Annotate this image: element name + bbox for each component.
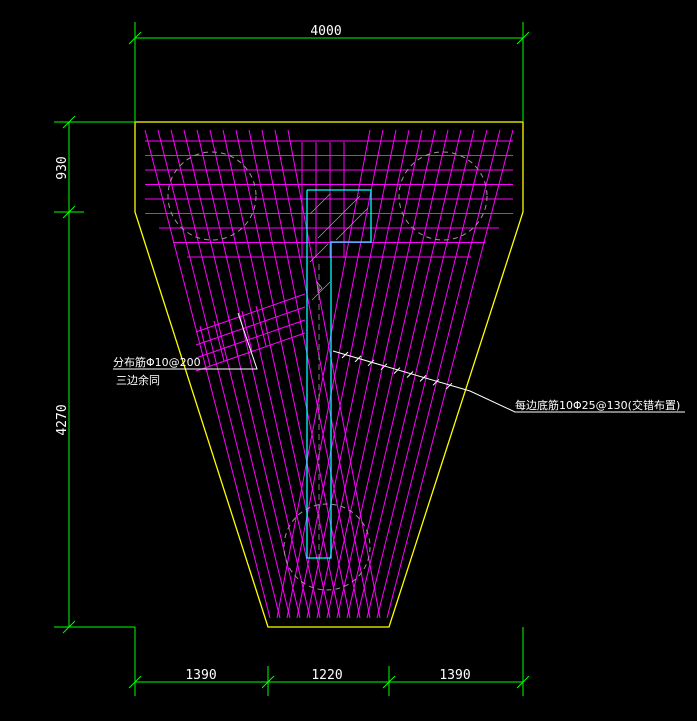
pile-circle-right [398, 151, 488, 241]
dim-bottom-left: 1390 [185, 668, 216, 683]
cad-drawing-canvas: 4000 930 4270 1390 1220 1390 分布筋Φ10@200 … [54, 22, 697, 696]
rebar-diagonal-left [196, 129, 311, 619]
dim-left-upper: 930 [55, 156, 70, 179]
dim-left-lower: 4270 [55, 404, 70, 435]
rebar-diagonal-left [170, 129, 291, 619]
bottom-bar-label: 每边底筋10Φ25@130(交错布置) [515, 398, 680, 412]
rebar-diagonal-right [336, 129, 449, 619]
dim-bottom-mid: 1220 [311, 668, 342, 683]
rebar-layout [144, 129, 514, 619]
rebar-diagonal-right [346, 129, 462, 619]
rebar-diagonal-right [366, 129, 488, 619]
rebar-diagonal-left [157, 129, 281, 619]
rebar-diagonal-right [376, 129, 501, 619]
rebar-distribution [227, 315, 239, 357]
dim-top-width: 4000 [310, 24, 341, 39]
pile-cap-outline [134, 121, 524, 628]
dim-bottom-right: 1390 [439, 668, 470, 683]
dist-bar-note: 三边余同 [116, 373, 160, 387]
dist-bar-label: 分布筋Φ10@200 [113, 355, 201, 369]
column-outline [306, 189, 372, 559]
rebar-diagonal-left [209, 129, 321, 619]
